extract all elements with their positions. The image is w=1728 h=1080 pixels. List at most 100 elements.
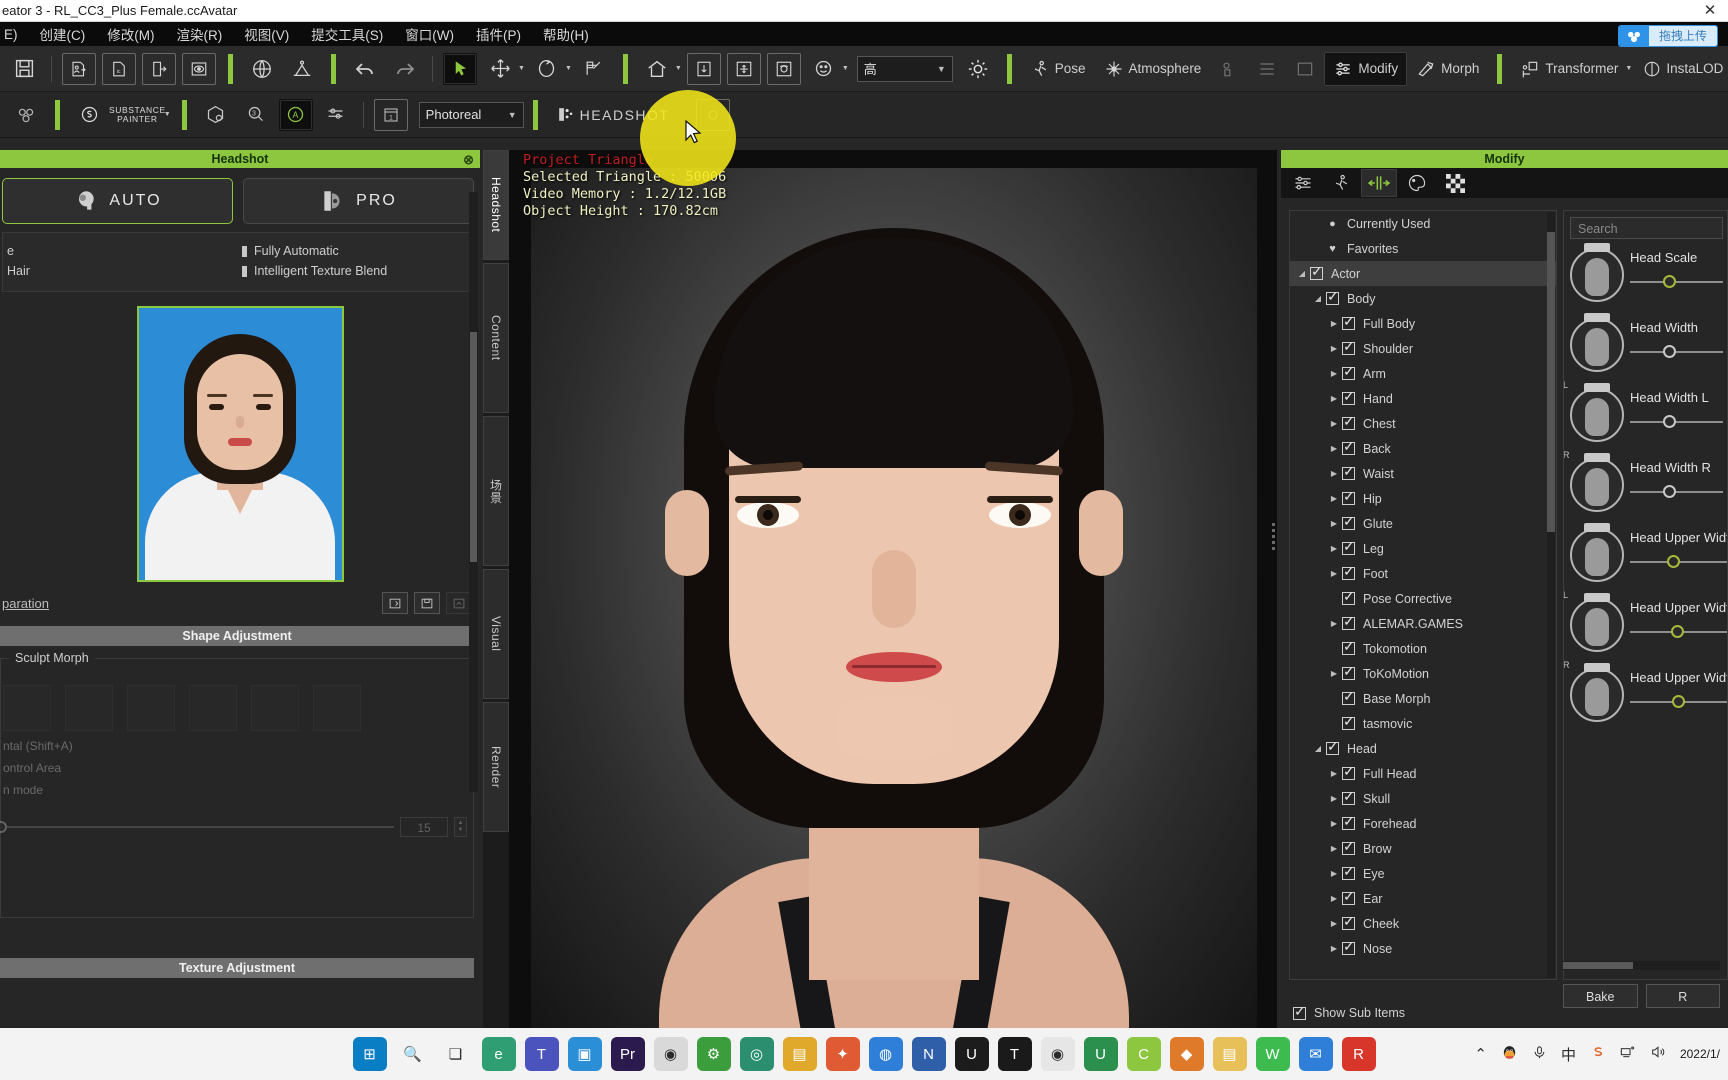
twisty-down-icon[interactable]: ◢ — [1310, 294, 1326, 303]
load-image-icon[interactable] — [382, 592, 408, 614]
menu-item-2[interactable]: 修改(M) — [96, 22, 165, 46]
twisty-right-icon[interactable]: ▶ — [1326, 944, 1342, 953]
task-view-button[interactable]: ❏ — [438, 1037, 473, 1071]
extra-tool-2-button[interactable] — [1286, 52, 1324, 86]
tab-attribute[interactable] — [1285, 169, 1321, 197]
left-panel-scroll-thumb[interactable] — [470, 332, 477, 562]
transformer-tool-button[interactable]: Transformer — [1511, 52, 1627, 86]
slider-handle[interactable] — [1667, 555, 1681, 568]
tencent-app[interactable]: T — [997, 1037, 1032, 1071]
reset-button[interactable]: R — [1645, 984, 1720, 1008]
slider-track[interactable] — [1630, 625, 1727, 638]
option-item[interactable]: e — [3, 241, 238, 261]
light-toggle-icon[interactable] — [961, 53, 995, 85]
slider-track[interactable] — [1630, 485, 1723, 498]
tree-checkbox[interactable] — [1342, 863, 1355, 880]
tree-row[interactable]: ▶ Leg — [1290, 536, 1556, 561]
panel-resize-grip[interactable] — [1272, 520, 1278, 564]
adjust-sliders-icon[interactable] — [319, 99, 353, 131]
3d-viewport[interactable]: Project Triangle Selected Triangle : 5000… — [509, 150, 1277, 1030]
twisty-down-icon[interactable]: ◢ — [1294, 269, 1310, 278]
slider-handle[interactable] — [1663, 415, 1677, 428]
import-avatar-icon[interactable] — [62, 52, 96, 85]
window-close-button[interactable]: ✕ — [1696, 0, 1724, 21]
headshot-panel-close-icon[interactable]: ⊗ — [463, 151, 474, 169]
tree-row[interactable]: ▶ Chest — [1290, 411, 1556, 436]
slider-track[interactable] — [1630, 695, 1727, 708]
slider-handle[interactable] — [1670, 625, 1684, 638]
substance-painter-icon[interactable] — [72, 99, 106, 131]
twisty-right-icon[interactable]: ▶ — [1326, 869, 1342, 878]
tree-checkbox[interactable] — [1342, 938, 1355, 955]
orange-app[interactable]: ◆ — [1169, 1037, 1204, 1071]
slider-handle[interactable] — [1663, 485, 1677, 498]
sculpt-strength-stepper[interactable]: ▲ ▼ — [454, 817, 467, 837]
red-app[interactable]: R — [1341, 1037, 1376, 1071]
search-material-icon[interactable]: 3 — [239, 99, 273, 131]
morph-category-tree[interactable]: ● Currently Used ♥ Favorites ◢ Actor ◢ Body ▶ Ful… — [1289, 210, 1557, 980]
tree-row[interactable]: ▶ Foot — [1290, 561, 1556, 586]
twisty-down-icon[interactable]: ◢ — [1310, 744, 1326, 753]
morph-cell[interactable] — [65, 685, 113, 731]
lighting-tool-button[interactable] — [1210, 52, 1248, 86]
tree-row[interactable]: ▶ Back — [1290, 436, 1556, 461]
tree-checkbox[interactable] — [1342, 613, 1355, 630]
tree-checkbox[interactable] — [1342, 813, 1355, 830]
auto-mode-button[interactable]: AUTO — [2, 178, 233, 224]
twisty-right-icon[interactable]: ▶ — [1326, 469, 1342, 478]
fit-view-icon[interactable] — [686, 52, 721, 85]
twisty-right-icon[interactable]: ▶ — [1326, 769, 1342, 778]
twisty-right-icon[interactable]: ▶ — [1326, 794, 1342, 803]
qq-icon[interactable] — [1501, 1044, 1518, 1065]
tree-checkbox[interactable] — [1342, 538, 1355, 555]
pose-tool-button[interactable]: Pose — [1021, 52, 1095, 86]
image-preparation-link[interactable]: paration — [2, 596, 376, 611]
tree-row[interactable]: ● Currently Used — [1290, 211, 1556, 236]
tree-row[interactable]: Base Morph — [1290, 686, 1556, 711]
shape-adjustment-header[interactable]: Shape Adjustment — [0, 626, 474, 646]
menu-item-5[interactable]: 提交工具(S) — [300, 22, 394, 46]
twisty-right-icon[interactable]: ▶ — [1326, 394, 1342, 403]
twisty-right-icon[interactable]: ▶ — [1326, 619, 1342, 628]
tree-row[interactable]: ▶ Glute — [1290, 511, 1556, 536]
search-button[interactable]: 🔍 — [395, 1037, 430, 1071]
tree-checkbox[interactable] — [1342, 338, 1355, 355]
menu-item-0[interactable]: E) — [2, 25, 29, 44]
tree-row[interactable]: ▶ Full Head — [1290, 761, 1556, 786]
tree-row[interactable]: ▶ Cheek — [1290, 911, 1556, 936]
tree-checkbox[interactable] — [1342, 713, 1355, 730]
morph-cell[interactable] — [3, 685, 51, 731]
twisty-right-icon[interactable]: ▶ — [1326, 344, 1342, 353]
twisty-right-icon[interactable]: ▶ — [1326, 669, 1342, 678]
redo-icon[interactable] — [388, 53, 422, 85]
folder-app[interactable]: ▤ — [782, 1037, 817, 1071]
select-tool-icon[interactable] — [443, 52, 477, 85]
vtab-scene[interactable]: 场景 — [483, 416, 509, 566]
pro-mode-button[interactable]: PRO — [243, 178, 474, 224]
mail-app[interactable]: ✉ — [1298, 1037, 1333, 1071]
twisty-right-icon[interactable]: ▶ — [1326, 919, 1342, 928]
import-object-icon[interactable]: ic — [102, 52, 136, 85]
tree-row[interactable]: ▶ Full Body — [1290, 311, 1556, 336]
menu-item-1[interactable]: 创建(C) — [29, 22, 97, 46]
tree-row[interactable]: ▶ Arm — [1290, 361, 1556, 386]
save-icon[interactable] — [7, 53, 41, 85]
sliders-horizontal-scrollbar[interactable] — [1563, 961, 1720, 970]
twisty-right-icon[interactable]: ▶ — [1326, 819, 1342, 828]
tree-scrollbar[interactable] — [1547, 212, 1555, 978]
orbit-view-icon[interactable] — [766, 52, 801, 85]
edge-app[interactable]: e — [481, 1037, 516, 1071]
utorrent-app[interactable]: U — [1083, 1037, 1118, 1071]
texture-adjustment-header[interactable]: Texture Adjustment — [0, 958, 474, 978]
face-view-caret-icon[interactable]: ▼ — [842, 65, 849, 72]
save-image-icon[interactable] — [414, 592, 440, 614]
tree-checkbox[interactable] — [1342, 313, 1355, 330]
tree-checkbox[interactable] — [1326, 738, 1339, 755]
show-sub-items-row[interactable]: Show Sub Items — [1293, 1003, 1405, 1020]
twisty-right-icon[interactable]: ▶ — [1326, 419, 1342, 428]
settings-app[interactable]: ⚙ — [696, 1037, 731, 1071]
files-app[interactable]: ▤ — [1212, 1037, 1247, 1071]
slider-handle[interactable] — [1671, 695, 1685, 708]
volume-icon[interactable] — [1650, 1044, 1666, 1064]
premiere-app[interactable]: Pr — [610, 1037, 645, 1071]
